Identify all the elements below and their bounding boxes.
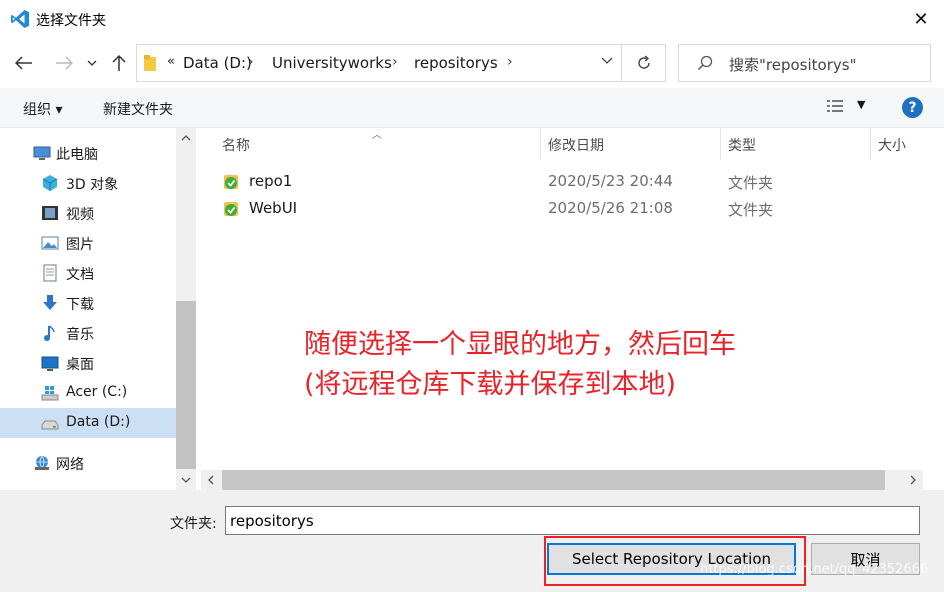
- annotation-line-2: (将远程仓库下载并保存到本地): [304, 369, 677, 400]
- nav-item-videos[interactable]: 视频: [0, 198, 176, 228]
- command-bar: 组织 ▾ 新建文件夹 ▼ ?: [0, 88, 944, 128]
- annotation-line-1: 随便选择一个显眼的地方，然后回车: [304, 329, 736, 360]
- search-placeholder: 搜索"repositorys": [729, 56, 857, 74]
- scroll-left-icon[interactable]: [201, 470, 221, 490]
- computer-icon: [33, 146, 51, 160]
- music-icon: [44, 325, 55, 341]
- document-icon: [43, 264, 57, 282]
- search-icon: [697, 55, 713, 71]
- folder-icon: [144, 55, 156, 71]
- nav-item-desktop[interactable]: 桌面: [0, 348, 176, 378]
- nav-item-network[interactable]: 网络: [0, 448, 176, 478]
- column-header-size[interactable]: 大小: [878, 135, 906, 155]
- column-divider[interactable]: [870, 128, 871, 160]
- navigation-pane: 此电脑 3D 对象 视频 图片 文档 下载 音乐 桌面 Acer (C:) Da…: [0, 128, 196, 490]
- folder-input[interactable]: [225, 506, 920, 535]
- close-button[interactable]: ✕: [898, 0, 944, 38]
- file-date: 2020/5/26 21:08: [548, 199, 673, 217]
- up-button[interactable]: [107, 50, 131, 76]
- chevron-down-icon: [87, 60, 97, 66]
- breadcrumb-separator-icon[interactable]: ›: [392, 54, 398, 70]
- nav-item-downloads[interactable]: 下载: [0, 288, 176, 318]
- column-header-modified[interactable]: 修改日期: [548, 135, 604, 155]
- breadcrumb-data-drive[interactable]: Data (D:): [183, 54, 252, 72]
- forward-arrow-icon: [56, 56, 73, 70]
- column-divider[interactable]: [540, 128, 541, 160]
- folder-label: 文件夹:: [170, 516, 217, 532]
- git-folder-icon: [224, 175, 238, 189]
- nav-item-data-d[interactable]: Data (D:): [0, 408, 176, 438]
- breadcrumb-universityworks[interactable]: Universityworks: [272, 54, 392, 72]
- new-folder-button[interactable]: 新建文件夹: [103, 99, 173, 119]
- column-header-name[interactable]: 名称: [222, 135, 250, 155]
- search-box[interactable]: 搜索"repositorys": [678, 44, 931, 82]
- watermark: https://blog.csdn.net/qq_42352666: [700, 562, 929, 577]
- column-header-type[interactable]: 类型: [728, 135, 756, 155]
- nav-item-pictures[interactable]: 图片: [0, 228, 176, 258]
- chevron-down-icon: [601, 57, 613, 64]
- close-icon: ✕: [913, 8, 929, 30]
- title-bar: 选择文件夹 ✕: [0, 0, 944, 38]
- file-name: repo1: [249, 172, 293, 190]
- refresh-icon: [637, 55, 650, 69]
- forward-button[interactable]: [52, 50, 76, 76]
- nav-scrollbar-thumb[interactable]: [176, 301, 196, 469]
- vscode-icon: [11, 10, 29, 28]
- organize-menu[interactable]: 组织 ▾: [23, 99, 62, 119]
- network-icon: [35, 455, 49, 470]
- back-button[interactable]: [12, 50, 36, 76]
- recent-locations-button[interactable]: [82, 50, 102, 76]
- breadcrumb-separator-icon[interactable]: ›: [248, 54, 254, 70]
- scroll-down-icon[interactable]: [176, 470, 196, 490]
- view-options-button[interactable]: [826, 98, 846, 118]
- git-folder-icon: [224, 202, 238, 216]
- file-name: WebUI: [249, 199, 298, 217]
- file-type: 文件夹: [728, 174, 774, 192]
- help-icon: ?: [908, 99, 917, 116]
- nav-item-music[interactable]: 音乐: [0, 318, 176, 348]
- up-arrow-icon: [112, 54, 126, 71]
- nav-item-documents[interactable]: 文档: [0, 258, 176, 288]
- nav-item-this-pc[interactable]: 此电脑: [0, 138, 176, 168]
- table-row[interactable]: WebUI 2020/5/26 21:08 文件夹: [214, 196, 914, 222]
- windows-drive-icon: [41, 386, 59, 401]
- view-dropdown-icon[interactable]: ▼: [857, 98, 865, 111]
- scroll-up-icon[interactable]: [176, 128, 196, 148]
- scroll-right-icon[interactable]: [903, 470, 923, 490]
- picture-icon: [41, 236, 59, 250]
- address-dropdown[interactable]: [601, 54, 613, 69]
- file-date: 2020/5/23 20:44: [548, 172, 673, 190]
- nav-item-acer-c[interactable]: Acer (C:): [0, 378, 176, 408]
- column-divider[interactable]: [720, 128, 721, 160]
- file-type: 文件夹: [728, 201, 774, 219]
- help-button[interactable]: ?: [902, 97, 923, 118]
- table-row[interactable]: repo1 2020/5/23 20:44 文件夹: [214, 169, 914, 195]
- breadcrumb-separator-icon[interactable]: ›: [507, 54, 513, 70]
- address-bar[interactable]: « Data (D:) › Universityworks › reposito…: [136, 44, 622, 82]
- cube-icon: [42, 175, 58, 191]
- breadcrumb-overflow[interactable]: «: [167, 54, 175, 69]
- video-icon: [42, 206, 58, 220]
- window-title: 选择文件夹: [36, 13, 106, 29]
- sort-ascending-icon: ︿: [372, 130, 382, 141]
- back-arrow-icon: [15, 56, 32, 70]
- desktop-icon: [41, 356, 59, 371]
- drive-icon: [41, 420, 59, 430]
- breadcrumb-repositorys[interactable]: repositorys: [414, 54, 498, 72]
- details-view-icon: [827, 100, 843, 112]
- download-icon: [43, 295, 57, 310]
- nav-item-3d-objects[interactable]: 3D 对象: [0, 168, 176, 198]
- hscrollbar-thumb[interactable]: [222, 470, 885, 490]
- refresh-button[interactable]: [622, 44, 666, 82]
